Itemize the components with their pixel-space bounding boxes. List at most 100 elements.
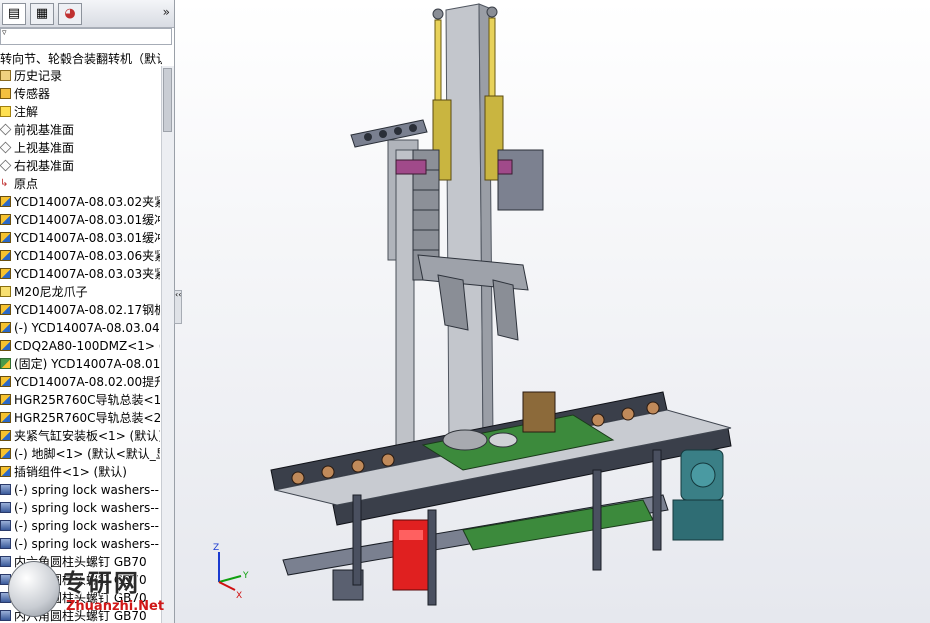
filter-dropdown-icon[interactable]: ▿	[2, 28, 7, 38]
tree-item-label: 历史记录	[14, 69, 63, 83]
tree-item[interactable]: M20尼龙爪子	[0, 283, 160, 301]
gear-motor	[672, 449, 724, 541]
tree-item[interactable]: YCD14007A-08.03.06夹紧	[0, 247, 160, 265]
graphics-viewport[interactable]: Z Y X	[183, 0, 930, 623]
expand-chevron-icon[interactable]: »	[163, 5, 170, 19]
tree-item[interactable]: (-) spring lock washers--n	[0, 517, 160, 535]
tree-item[interactable]: HGR25R760C导轨总装<2>	[0, 409, 160, 427]
tree-item-label: CDQ2A80-100DMZ<1> (	[14, 339, 160, 353]
tree-item[interactable]: (固定) YCD14007A-08.01.0	[0, 355, 160, 373]
bolt-icon	[0, 484, 11, 495]
plane-icon	[0, 123, 12, 136]
tree-item-label: M20尼龙爪子	[14, 285, 88, 299]
bolt-icon	[0, 502, 11, 513]
tree-item-label: (-) 地脚<1> (默认<默认_显	[14, 447, 160, 461]
part-icon	[0, 286, 11, 297]
tree-item-label: (固定) YCD14007A-08.01.0	[14, 357, 160, 371]
asm-icon	[0, 376, 11, 387]
tree-item-label: (-) spring lock washers--n	[14, 483, 160, 497]
tree-item[interactable]: 插销组件<1> (默认)	[0, 463, 160, 481]
tree-item[interactable]: YCD14007A-08.03.01缓冲	[0, 229, 160, 247]
note-icon	[0, 106, 11, 117]
tree-item-label: HGR25R760C导轨总装<1>	[14, 393, 160, 407]
tree-item[interactable]: 前视基准面	[0, 121, 160, 139]
orientation-triad: Z Y X	[213, 543, 249, 601]
asm-icon	[0, 430, 11, 441]
tree-item[interactable]: YCD14007A-08.02.00提升	[0, 373, 160, 391]
tree-item[interactable]: HGR25R760C导轨总装<1>	[0, 391, 160, 409]
tree-filter-field[interactable]: ▿	[0, 28, 172, 45]
tree-item[interactable]: (-) spring lock washers--n	[0, 481, 160, 499]
tree-item[interactable]: CDQ2A80-100DMZ<1> (	[0, 337, 160, 355]
tree-item-label: YCD14007A-08.02.00提升	[14, 375, 160, 389]
watermark-text: 专研网	[62, 568, 140, 597]
tree-item-label: HGR25R760C导轨总装<2>	[14, 411, 160, 425]
history-icon	[0, 70, 11, 81]
tree-item-label: YCD14007A-08.03.01缓冲	[14, 231, 160, 245]
watermark-logo: 专研网 Zhuanzhi.Net	[2, 553, 174, 623]
asm-icon	[0, 304, 11, 315]
tree-item[interactable]: 历史记录	[0, 67, 160, 85]
machine-model-render: Z Y X	[213, 3, 732, 606]
panel-tab-bar: ▤ ▦ ◕ »	[0, 0, 174, 28]
asm-icon	[0, 448, 11, 459]
watermark-globe-icon	[8, 561, 60, 617]
tree-item-label: YCD14007A-08.03.06夹紧	[14, 249, 160, 263]
triad-z-label: Z	[213, 543, 219, 553]
panel-collapse-grip[interactable]: ‹‹	[174, 290, 182, 324]
asm-icon	[0, 232, 11, 243]
propertymanager-tab[interactable]: ▦	[30, 3, 54, 25]
watermark-url: Zhuanzhi.Net	[66, 599, 165, 614]
tree-scrollbar[interactable]	[161, 66, 174, 623]
asm-icon	[0, 340, 11, 351]
tree-item[interactable]: 上视基准面	[0, 139, 160, 157]
tree-item-label: 原点	[14, 177, 39, 191]
tree-item-label: 夹紧气缸安装板<1> (默认)	[14, 429, 160, 443]
display-manager-tab[interactable]: ◕	[58, 3, 82, 25]
bolt-icon	[0, 538, 11, 549]
feature-manager-panel: ▤ ▦ ◕ » ▿ 转向节、轮毂合装翻转机（默认 历史记录传感器注解前视基准面上…	[0, 0, 175, 623]
asm-icon	[0, 250, 11, 261]
tree-item[interactable]: (-) spring lock washers--n	[0, 535, 160, 553]
tree-item[interactable]: (-) YCD14007A-08.03.04拉	[0, 319, 160, 337]
tree-item-label: 插销组件<1> (默认)	[14, 465, 127, 479]
tree-item-label: (-) YCD14007A-08.03.04拉	[14, 321, 160, 335]
feature-tree: 历史记录传感器注解前视基准面上视基准面右视基准面 ↳ 原点 YCD14007A-08.…	[0, 67, 160, 623]
tree-item[interactable]: (-) spring lock washers--n	[0, 499, 160, 517]
tree-item-label: 注解	[14, 105, 39, 119]
tree-item[interactable]: YCD14007A-08.02.17钢板	[0, 301, 160, 319]
tree-item-label: YCD14007A-08.03.01缓冲	[14, 213, 160, 227]
scrollbar-thumb[interactable]	[163, 68, 172, 132]
fixed-icon	[0, 358, 11, 369]
asm-icon	[0, 196, 11, 207]
tree-item-label: (-) spring lock washers--n	[14, 537, 160, 551]
asm-icon	[0, 466, 11, 477]
triad-y-label: Y	[242, 571, 249, 581]
sensor-icon	[0, 88, 11, 99]
asm-icon	[0, 322, 11, 333]
tree-item[interactable]: 注解	[0, 103, 160, 121]
tree-item-label: 前视基准面	[14, 123, 75, 137]
tree-item-label: YCD14007A-08.02.17钢板	[14, 303, 160, 317]
featuremanager-tab[interactable]: ▤	[2, 3, 26, 25]
tree-item[interactable]: YCD14007A-08.03.02夹紧	[0, 193, 160, 211]
tree-item-label: YCD14007A-08.03.03夹紧	[14, 267, 160, 281]
plane-icon	[0, 159, 12, 172]
tree-root-assembly[interactable]: 转向节、轮毂合装翻转机（默认	[0, 50, 162, 67]
tree-item-label: 右视基准面	[14, 159, 75, 173]
tree-item-label: YCD14007A-08.03.02夹紧	[14, 195, 160, 209]
tree-item-label: 传感器	[14, 87, 51, 101]
tree-item[interactable]: YCD14007A-08.03.01缓冲	[0, 211, 160, 229]
tree-item[interactable]: 右视基准面	[0, 157, 160, 175]
tree-item[interactable]: 夹紧气缸安装板<1> (默认)	[0, 427, 160, 445]
plane-icon	[0, 141, 12, 154]
asm-icon	[0, 412, 11, 423]
tree-item[interactable]: ↳ 原点	[0, 175, 160, 193]
tree-item-label: (-) spring lock washers--n	[14, 519, 160, 533]
tree-item-label: 上视基准面	[14, 141, 75, 155]
tree-item[interactable]: 传感器	[0, 85, 160, 103]
bolt-icon	[0, 520, 11, 531]
tree-item[interactable]: YCD14007A-08.03.03夹紧	[0, 265, 160, 283]
red-valve-unit	[392, 519, 430, 591]
tree-item[interactable]: (-) 地脚<1> (默认<默认_显	[0, 445, 160, 463]
